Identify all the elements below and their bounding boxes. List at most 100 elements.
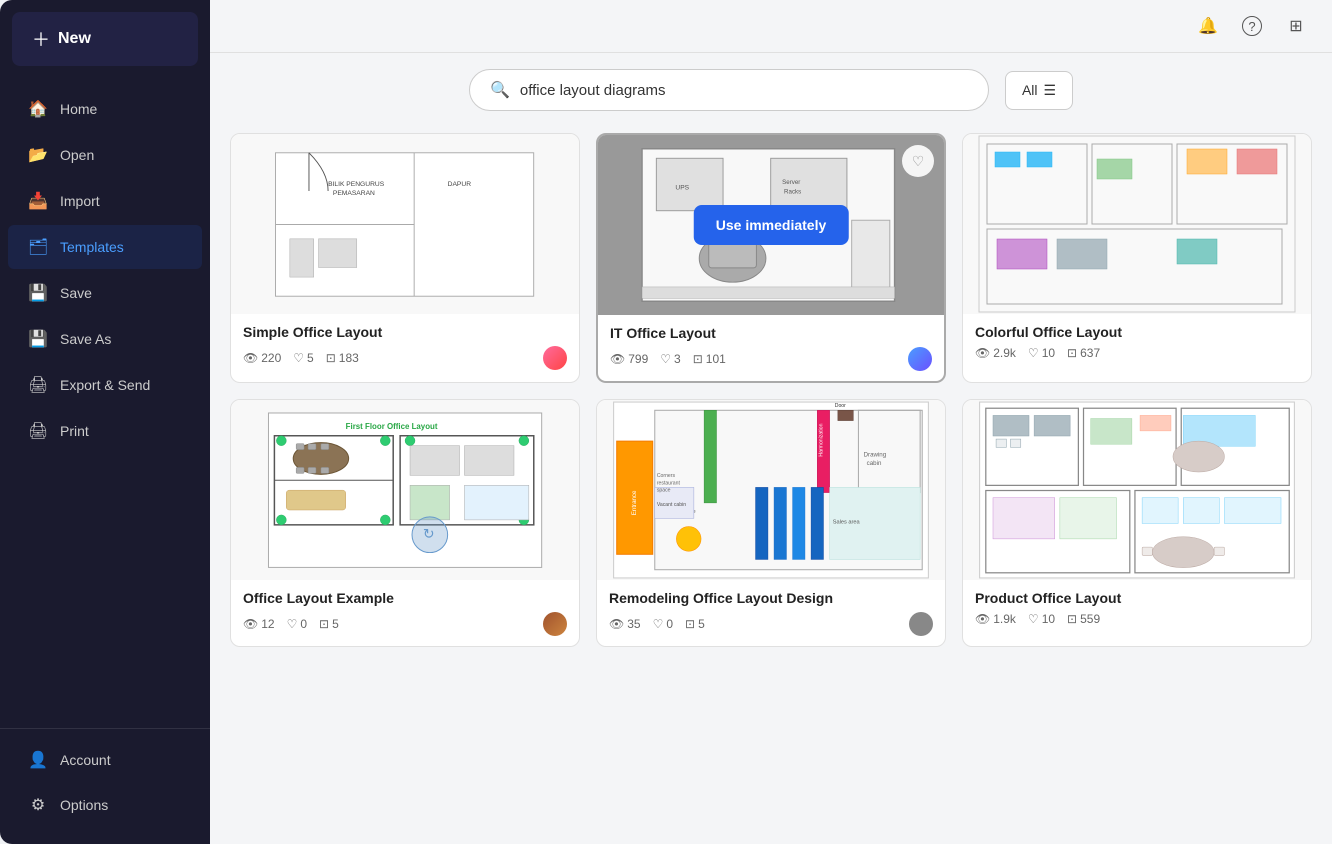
stat-copies-product: ⊡ 559: [1067, 612, 1100, 626]
views-count-it: 799: [628, 352, 648, 366]
copies-count-it: 101: [706, 352, 726, 366]
help-icon: ?: [1242, 16, 1262, 36]
card-avatar-remodeling: [909, 612, 933, 636]
stat-likes-product: ♡ 10: [1028, 612, 1055, 626]
svg-text:cabin: cabin: [867, 460, 882, 467]
template-card-product-office[interactable]: Product Office Layout 👁 1.9k ♡ 10 ⊡ 559: [962, 399, 1312, 647]
card-stats-product-office: 👁 1.9k ♡ 10 ⊡ 559: [975, 612, 1299, 626]
heart-icon-product: ♡: [1028, 612, 1039, 626]
template-card-it-office[interactable]: UPS Server Racks Use immediately: [596, 133, 946, 383]
template-card-remodeling[interactable]: Entrance Harmonization Door Drawin: [596, 399, 946, 647]
apps-button[interactable]: ⊞: [1280, 10, 1312, 42]
notification-button[interactable]: 🔔: [1192, 10, 1224, 42]
sidebar-label-export: Export & Send: [60, 377, 150, 393]
sidebar-label-print: Print: [60, 423, 89, 439]
sidebar-item-save-as[interactable]: 💾 Save As: [8, 317, 202, 361]
sidebar-label-home: Home: [60, 101, 97, 117]
office-example-svg: First Floor Office Layout: [245, 411, 565, 569]
sidebar-item-print[interactable]: 🖨 Print: [8, 409, 202, 453]
topbar: 🔔 ? ⊞: [210, 0, 1332, 53]
card-image-colorful: [963, 134, 1311, 314]
simple-office-svg: BILIK PENGURUS PEMASARAN DAPUR: [248, 148, 561, 301]
card-image-remodeling: Entrance Harmonization Door Drawin: [597, 400, 945, 580]
svg-text:Drawing: Drawing: [864, 452, 887, 459]
svg-text:UPS: UPS: [676, 185, 690, 192]
card-title-remodeling: Remodeling Office Layout Design: [609, 590, 933, 606]
svg-text:Racks: Racks: [784, 189, 801, 196]
heart-icon-colorful: ♡: [1028, 346, 1039, 360]
svg-text:Harmonization: Harmonization: [818, 423, 824, 456]
card-title-product-office: Product Office Layout: [975, 590, 1299, 606]
svg-text:restaurant: restaurant: [657, 480, 681, 486]
card-title-office-example: Office Layout Example: [243, 590, 567, 606]
stat-views-colorful: 👁 2.9k: [975, 346, 1016, 360]
stat-views-product: 👁 1.9k: [975, 612, 1016, 626]
filter-button[interactable]: All ☰: [1005, 71, 1073, 110]
sidebar-label-save-as: Save As: [60, 331, 111, 347]
template-card-simple-office[interactable]: BILIK PENGURUS PEMASARAN DAPUR Simple Of…: [230, 133, 580, 383]
stat-copies-it: ⊡ 101: [693, 352, 726, 366]
copy-icon-colorful: ⊡: [1067, 346, 1077, 360]
card-stats-office-example: 👁 12 ♡ 0 ⊡ 5: [243, 612, 567, 636]
card-info-colorful: Colorful Office Layout 👁 2.9k ♡ 10 ⊡ 63: [963, 314, 1311, 370]
main-content: 🔔 ? ⊞ 🔍 All ☰: [210, 0, 1332, 844]
apps-icon: ⊞: [1289, 16, 1302, 36]
home-icon: 🏠: [28, 99, 48, 119]
new-button[interactable]: ＋ New: [12, 12, 198, 66]
stat-copies-example: ⊡ 5: [319, 617, 339, 631]
stat-likes: ♡ 5: [293, 351, 313, 365]
search-input[interactable]: [520, 82, 968, 99]
sidebar-label-options: Options: [60, 797, 108, 813]
template-card-office-example[interactable]: First Floor Office Layout: [230, 399, 580, 647]
eye-icon: 👁: [243, 351, 258, 365]
views-count-colorful: 2.9k: [993, 346, 1016, 360]
svg-text:↻: ↻: [423, 525, 435, 541]
export-icon: 🖨: [28, 375, 48, 395]
card-title-simple-office: Simple Office Layout: [243, 324, 567, 340]
sidebar-item-import[interactable]: 📥 Import: [8, 179, 202, 223]
stat-copies: ⊡ 183: [326, 351, 359, 365]
svg-text:DAPUR: DAPUR: [448, 181, 472, 188]
sidebar-item-home[interactable]: 🏠 Home: [8, 87, 202, 131]
filter-menu-icon: ☰: [1044, 82, 1057, 99]
likes-count-product: 10: [1042, 612, 1055, 626]
stat-likes-example: ♡ 0: [287, 617, 307, 631]
likes-count-colorful: 10: [1042, 346, 1055, 360]
account-icon: 👤: [28, 750, 48, 770]
use-immediately-button[interactable]: Use immediately: [694, 205, 849, 245]
folder-icon: 📂: [28, 145, 48, 165]
likes-count-remodeling: 0: [666, 617, 673, 631]
copies-count-colorful: 637: [1080, 346, 1100, 360]
notification-icon: 🔔: [1198, 16, 1218, 36]
copies-count-example: 5: [332, 617, 339, 631]
card-image-it-office: UPS Server Racks Use immediately: [598, 135, 944, 315]
sidebar-item-templates[interactable]: 🗂 Templates: [8, 225, 202, 269]
print-icon: 🖨: [28, 421, 48, 441]
sidebar-label-open: Open: [60, 147, 94, 163]
sidebar-label-account: Account: [60, 752, 111, 768]
search-bar: 🔍: [469, 69, 989, 111]
card-image-office-example: First Floor Office Layout: [231, 400, 579, 580]
sidebar-item-export[interactable]: 🖨 Export & Send: [8, 363, 202, 407]
svg-text:Server: Server: [782, 179, 800, 186]
heart-icon-it: ♡: [660, 352, 671, 366]
eye-icon-it: 👁: [610, 352, 625, 366]
plus-icon: ＋: [32, 26, 50, 52]
copies-count-remodeling: 5: [698, 617, 705, 631]
sidebar-item-save[interactable]: 💾 Save: [8, 271, 202, 315]
heart-icon-example: ♡: [287, 617, 298, 631]
stat-views-it: 👁 799: [610, 352, 648, 366]
sidebar-item-options[interactable]: ⚙ Options: [8, 783, 202, 827]
stat-views-remodeling: 👁 35: [609, 617, 641, 631]
sidebar-item-open[interactable]: 📂 Open: [8, 133, 202, 177]
card-avatar-simple-office: [543, 346, 567, 370]
template-card-colorful[interactable]: Colorful Office Layout 👁 2.9k ♡ 10 ⊡ 63: [962, 133, 1312, 383]
card-info-it-office: IT Office Layout 👁 799 ♡ 3 ⊡ 101: [598, 315, 944, 381]
card-stats-remodeling: 👁 35 ♡ 0 ⊡ 5: [609, 612, 933, 636]
favorite-button-it-office[interactable]: ♡: [902, 145, 934, 177]
likes-count-it: 3: [674, 352, 681, 366]
help-button[interactable]: ?: [1236, 10, 1268, 42]
views-count-example: 12: [261, 617, 274, 631]
sidebar-item-account[interactable]: 👤 Account: [8, 738, 202, 782]
colorful-office-svg: [963, 134, 1311, 314]
